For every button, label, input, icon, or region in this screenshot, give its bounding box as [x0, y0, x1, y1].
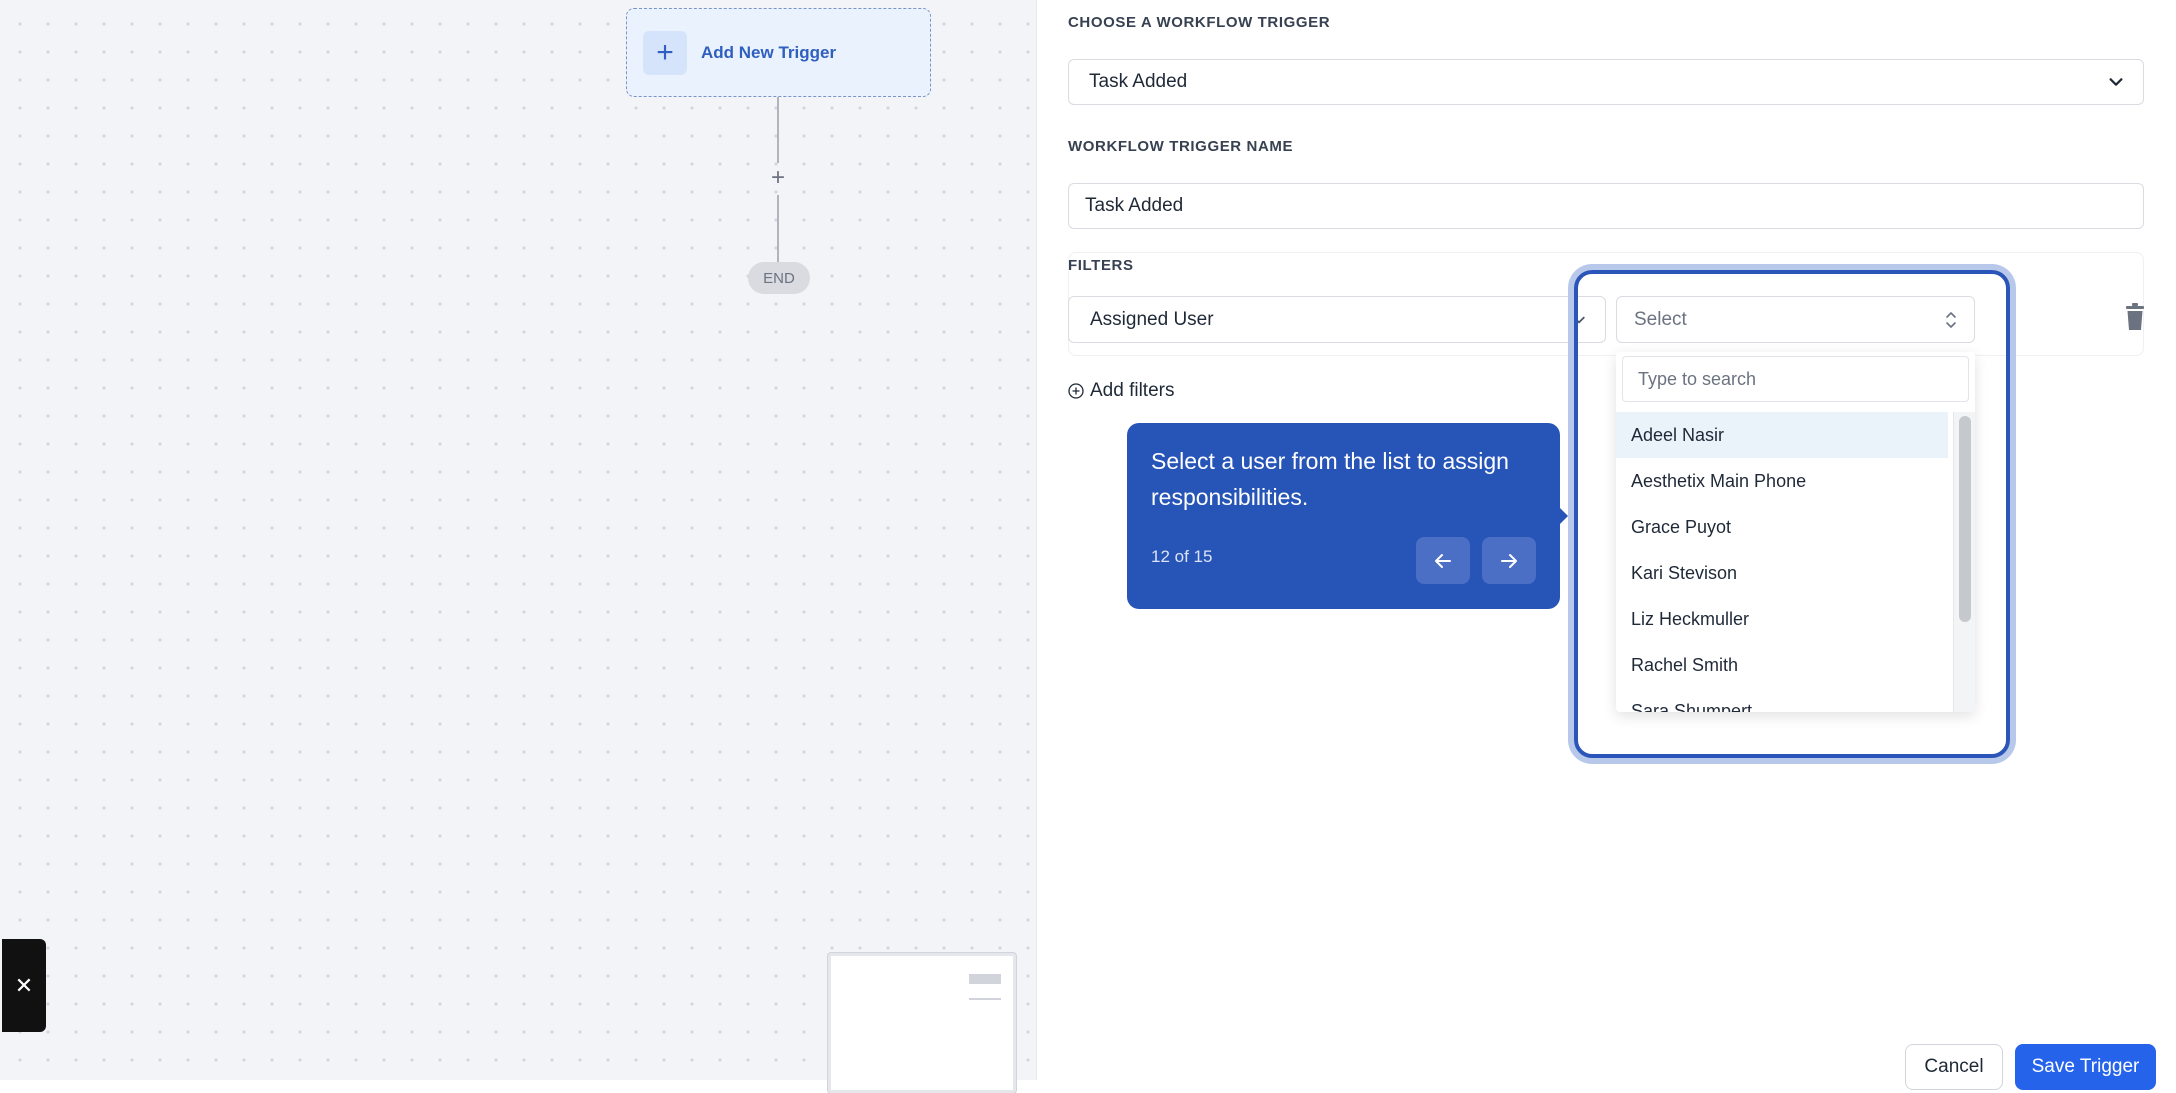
tooltip-prev-button[interactable] — [1416, 537, 1470, 584]
up-down-chevron-icon — [1946, 312, 1956, 328]
trigger-name-input[interactable]: Task Added — [1068, 183, 2144, 229]
add-new-trigger-label: Add New Trigger — [701, 42, 837, 62]
workflow-trigger-label: CHOOSE A WORKFLOW TRIGGER — [1068, 14, 1331, 31]
add-circle-icon — [1068, 383, 1084, 399]
workflow-canvas[interactable] — [0, 0, 1037, 1080]
save-trigger-button[interactable]: Save Trigger — [2015, 1044, 2156, 1090]
trash-icon[interactable] — [2124, 303, 2146, 331]
filter-field-value: Assigned User — [1090, 308, 1214, 330]
minimap-node — [969, 974, 1001, 984]
add-filters-label: Add filters — [1090, 380, 1175, 401]
close-tab-button[interactable]: ✕ — [2, 939, 46, 1032]
user-option[interactable]: Kari Stevison — [1616, 550, 1948, 596]
add-filters-button[interactable]: Add filters — [1068, 380, 1174, 402]
minimap-line — [969, 998, 1001, 1000]
tooltip-step-counter: 12 of 15 — [1151, 547, 1213, 566]
workflow-trigger-select[interactable]: Task Added — [1068, 59, 2144, 105]
user-option[interactable]: Aesthetix Main Phone — [1616, 458, 1948, 504]
minimap[interactable] — [828, 953, 1016, 1093]
user-dropdown: Type to search Adeel Nasir Aesthetix Mai… — [1616, 352, 1975, 712]
dropdown-scrollbar[interactable] — [1953, 412, 1975, 712]
user-option[interactable]: Rachel Smith — [1616, 642, 1948, 688]
end-node: END — [748, 262, 810, 294]
user-option[interactable]: Adeel Nasir — [1616, 412, 1948, 458]
user-select[interactable]: Select — [1616, 296, 1975, 343]
user-option[interactable]: Grace Puyot — [1616, 504, 1948, 550]
arrow-left-icon — [1435, 553, 1451, 568]
trigger-name-label: WORKFLOW TRIGGER NAME — [1068, 138, 1294, 155]
arrow-right-icon — [1501, 553, 1517, 568]
connector-line-bottom — [777, 195, 779, 262]
workflow-trigger-value: Task Added — [1089, 71, 1188, 92]
connector-line-top — [777, 97, 779, 163]
dropdown-scroll-thumb[interactable] — [1959, 416, 1971, 622]
tooltip-text: Select a user from the list to assign re… — [1151, 448, 1509, 510]
user-option[interactable]: Liz Heckmuller — [1616, 596, 1948, 642]
tooltip-pointer — [1558, 506, 1568, 526]
tooltip-next-button[interactable] — [1482, 537, 1536, 584]
user-search-input[interactable]: Type to search — [1622, 356, 1969, 402]
cancel-button[interactable]: Cancel — [1905, 1044, 2003, 1090]
user-select-placeholder: Select — [1634, 308, 1687, 330]
user-options-list: Adeel Nasir Aesthetix Main Phone Grace P… — [1616, 412, 1948, 712]
chevron-down-icon — [2109, 78, 2123, 86]
add-step-button[interactable]: + — [766, 163, 790, 193]
user-search-placeholder: Type to search — [1638, 368, 1757, 389]
filter-field-select[interactable]: Assigned User — [1068, 296, 1606, 343]
add-new-trigger-node[interactable]: + Add New Trigger — [626, 8, 931, 97]
user-option[interactable]: Sara Shumpert — [1616, 688, 1948, 713]
close-icon: ✕ — [14, 972, 34, 998]
walkthrough-tooltip: Select a user from the list to assign re… — [1127, 423, 1560, 609]
plus-icon: + — [643, 30, 687, 75]
trigger-name-value: Task Added — [1085, 195, 1184, 216]
